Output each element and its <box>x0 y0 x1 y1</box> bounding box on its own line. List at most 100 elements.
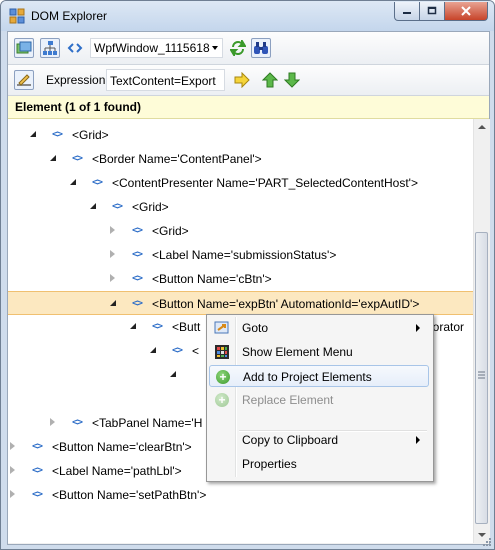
element-node-icon: <> <box>152 321 163 332</box>
expanded-arrow-icon[interactable] <box>50 155 56 161</box>
tree-node-label: <Grid> <box>132 200 169 214</box>
element-node-icon: <> <box>52 129 63 140</box>
collapsed-arrow-icon[interactable] <box>110 250 115 258</box>
window-title: DOM Explorer <box>31 9 108 23</box>
tree-node-label: <Label Name='submissionStatus'> <box>152 248 337 262</box>
toolbar-expression: Expression: TextContent=Export <box>8 65 489 96</box>
menu-item-label: Add to Project Elements <box>243 370 372 384</box>
menu-item-label: Properties <box>242 457 297 471</box>
menu-item-replace-element: + Replace Element <box>209 389 429 411</box>
go-button[interactable] <box>232 70 252 90</box>
menu-item-label: Goto <box>242 321 269 335</box>
move-up-button[interactable] <box>260 70 280 90</box>
menu-item-copy-to-clipboard[interactable]: Copy to Clipboard <box>209 429 429 451</box>
arrow-right-icon <box>234 72 250 88</box>
collapsed-arrow-icon[interactable] <box>10 490 15 498</box>
minimize-button[interactable] <box>394 2 420 21</box>
element-node-icon: <> <box>132 273 143 284</box>
tree-row[interactable]: <> <ContentPresenter Name='PART_SelectedC… <box>8 171 473 195</box>
element-node-icon: <> <box>132 298 143 309</box>
title-bar[interactable]: DOM Explorer <box>1 1 494 31</box>
grip-icon <box>478 371 485 379</box>
expression-label: Expression: <box>46 73 109 87</box>
element-node-icon: <> <box>32 489 43 500</box>
close-icon <box>461 6 471 16</box>
add-green-icon: + <box>215 369 231 385</box>
expanded-arrow-icon[interactable] <box>90 203 96 209</box>
find-button[interactable] <box>251 38 271 58</box>
tree-row[interactable]: <> <Border Name='ContentPanel'> <box>8 147 473 171</box>
edit-expression-button[interactable] <box>14 70 34 90</box>
collapsed-arrow-icon[interactable] <box>110 274 115 282</box>
collapsed-arrow-icon[interactable] <box>50 418 55 426</box>
element-node-icon: <> <box>32 465 43 476</box>
tree-vertical-scrollbar[interactable] <box>473 119 490 543</box>
collapsed-arrow-icon[interactable] <box>10 466 15 474</box>
tree-row[interactable]: <> <Button Name='setPathBtn'> <box>8 483 473 507</box>
expanded-arrow-icon[interactable] <box>70 179 76 185</box>
arrow-up-icon <box>262 72 278 88</box>
element-menu-icon <box>214 344 230 360</box>
tree-row-selected[interactable]: <> <Button Name='expBtn' AutomationId='ex… <box>8 291 473 315</box>
tree-node-label: <Border Name='ContentPanel'> <box>92 152 262 166</box>
tree-node-label: <Button Name='clearBtn'> <box>52 440 192 454</box>
highlight-element-button[interactable] <box>14 38 34 58</box>
goto-icon <box>214 320 230 336</box>
window-layers-icon <box>16 41 32 54</box>
tree-node-label: <Grid> <box>72 128 109 142</box>
tree-row[interactable]: <> <Grid> <box>8 195 473 219</box>
pencil-icon <box>17 74 31 86</box>
window-controls <box>394 2 488 21</box>
element-node-icon: <> <box>132 249 143 260</box>
tree-node-label: < <box>192 344 200 358</box>
submenu-arrow-icon <box>416 436 420 444</box>
element-node-icon: <> <box>92 177 103 188</box>
tree-row[interactable]: <> <Button Name='cBtn'> <box>8 267 473 291</box>
move-down-button[interactable] <box>282 70 302 90</box>
window-selector-dropdown[interactable]: WpfWindow_1115618 <box>90 38 223 58</box>
code-view-button[interactable] <box>65 38 85 58</box>
refresh-button[interactable] <box>228 38 248 58</box>
tree-view-button[interactable] <box>40 38 60 58</box>
expanded-arrow-icon[interactable] <box>110 300 116 306</box>
tree-node-label: <Button Name='expBtn' AutomationId='expA… <box>152 297 420 311</box>
search-status-bar: Element (1 of 1 found) <box>8 96 489 119</box>
refresh-arrows-icon <box>230 40 246 56</box>
tree-row[interactable]: <> <Grid> <box>8 219 473 243</box>
menu-item-add-to-project-elements[interactable]: + Add to Project Elements <box>209 365 429 387</box>
context-menu: Goto Show Element Menu + Add to Project Ele… <box>206 314 434 482</box>
expanded-arrow-icon[interactable] <box>150 347 156 353</box>
element-node-icon: <> <box>72 417 83 428</box>
collapsed-arrow-icon[interactable] <box>110 226 115 234</box>
toolbar-top: WpfWindow_1115618 <box>8 32 489 65</box>
search-status-text: Element (1 of 1 found) <box>15 100 141 114</box>
add-gray-icon: + <box>214 392 230 408</box>
menu-item-show-element-menu[interactable]: Show Element Menu <box>209 341 429 363</box>
expanded-arrow-icon[interactable] <box>170 371 176 377</box>
menu-item-properties[interactable]: Properties <box>209 453 429 475</box>
tree-row[interactable]: <> <Label Name='submissionStatus'> <box>8 243 473 267</box>
scroll-up-icon[interactable] <box>478 125 486 129</box>
menu-item-label: Show Element Menu <box>242 345 353 359</box>
expanded-arrow-icon[interactable] <box>130 323 136 329</box>
window-selector-value: WpfWindow_1115618 <box>94 41 210 55</box>
resize-grip-icon[interactable] <box>482 537 492 547</box>
tree-node-label: <Grid> <box>152 224 189 238</box>
menu-item-goto[interactable]: Goto <box>209 317 429 339</box>
element-node-icon: <> <box>132 225 143 236</box>
expression-input[interactable]: TextContent=Export <box>106 69 225 91</box>
expanded-arrow-icon[interactable] <box>30 131 36 137</box>
maximize-icon <box>427 6 437 15</box>
app-icon <box>9 8 25 24</box>
collapsed-arrow-icon[interactable] <box>10 442 15 450</box>
close-button[interactable] <box>445 2 488 21</box>
maximize-button[interactable] <box>420 2 445 21</box>
element-node-icon: <> <box>172 345 183 356</box>
tree-node-label: <Label Name='pathLbl'> <box>52 464 182 478</box>
minimize-icon <box>403 12 411 14</box>
tree-row[interactable]: <> <Grid> <box>8 123 473 147</box>
scrollbar-thumb[interactable] <box>475 232 488 524</box>
menu-item-label: Replace Element <box>242 393 334 407</box>
dom-explorer-window: DOM Explorer WpfWindow_1115618 Expressio… <box>0 0 495 550</box>
tree-node-label: <ContentPresenter Name='PART_SelectedCon… <box>112 176 418 190</box>
